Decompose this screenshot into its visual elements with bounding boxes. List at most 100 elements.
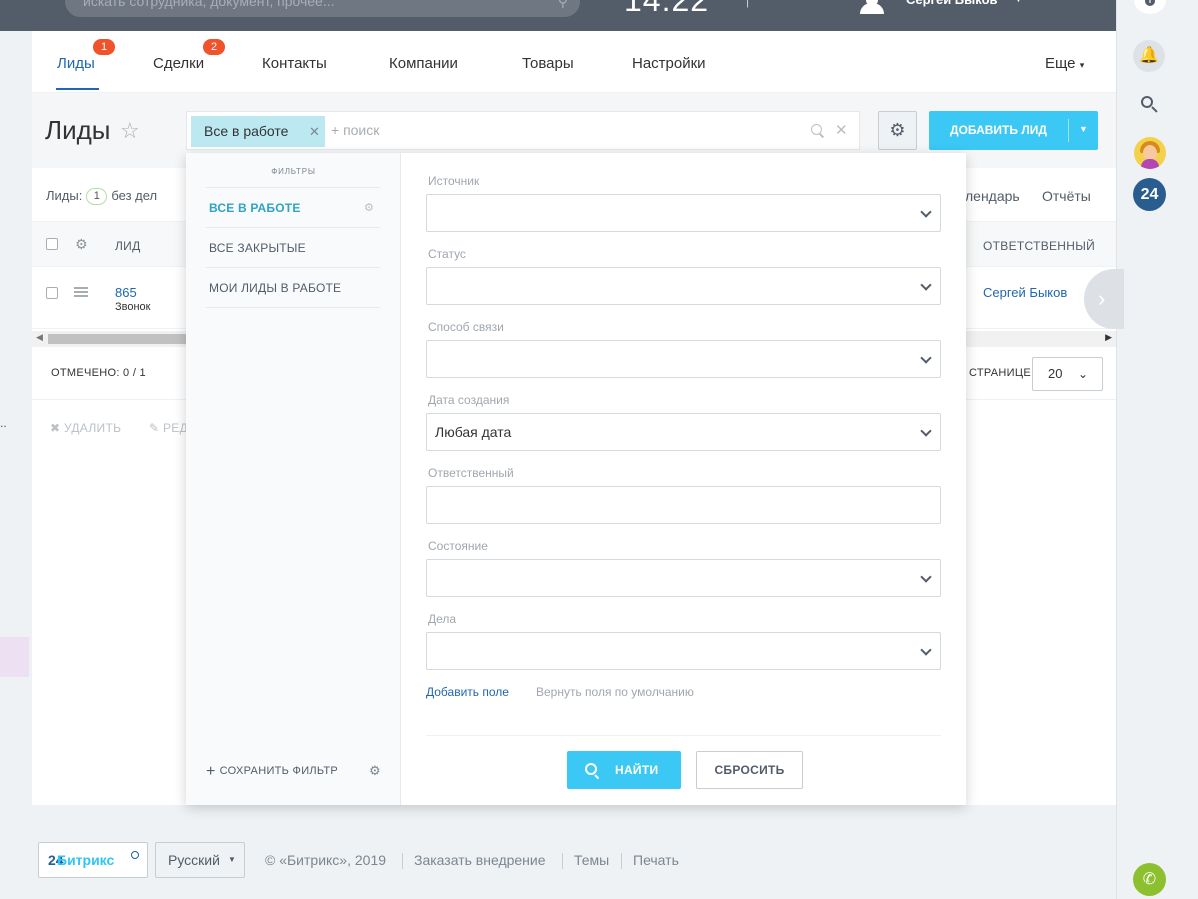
filter-chip[interactable]: Все в работе ✕ — [191, 116, 325, 147]
chevron-down-icon — [920, 352, 932, 364]
save-filter-button[interactable]: + СОХРАНИТЬ ФИЛЬТР — [206, 763, 338, 781]
tab-more[interactable]: Еще ▾ — [1045, 55, 1084, 72]
language-select[interactable]: Русский ▼ — [155, 842, 245, 878]
chip-close-icon[interactable]: ✕ — [309, 116, 320, 147]
chevron-down-icon — [920, 644, 932, 656]
clock-icon — [131, 851, 139, 859]
divider — [206, 307, 380, 308]
phone-icon[interactable]: ✆ — [1133, 863, 1166, 896]
column-header-responsible[interactable]: ОТВЕТСТВЕННЫЙ — [983, 239, 1095, 253]
responsible-link[interactable]: Сергей Быков — [983, 285, 1067, 300]
select-all-checkbox[interactable] — [46, 238, 58, 250]
user-menu-caret-icon[interactable]: ▼ — [1014, 0, 1023, 4]
clear-icon[interactable]: ✕ — [835, 112, 848, 149]
counter-label[interactable]: без дел — [111, 188, 157, 203]
clock[interactable]: 14:22 — [624, 0, 709, 16]
chevron-down-icon — [920, 279, 932, 291]
lead-counter: Лиды: 1 без дел — [46, 188, 158, 205]
notifications-bell-icon[interactable]: 🔔 — [1133, 40, 1165, 72]
scrollbar-thumb[interactable] — [48, 334, 188, 344]
status-select[interactable] — [426, 267, 941, 305]
lead-id-link[interactable]: 865 — [115, 285, 137, 300]
print-link[interactable]: Печать — [633, 852, 679, 868]
counter-badge[interactable]: 1 — [86, 188, 108, 205]
tab-contacts[interactable]: Контакты — [262, 55, 327, 72]
tab-deals-badge: 2 — [203, 39, 225, 55]
find-button[interactable]: НАЙТИ — [567, 751, 681, 789]
chevron-down-icon: ▼ — [228, 855, 236, 864]
preset-all-in-work[interactable]: ВСЕ В РАБОТЕ ⚙ — [206, 187, 380, 227]
chevron-down-icon — [920, 425, 932, 437]
created-date-select[interactable]: Любая дата — [426, 413, 941, 451]
field-label-contact-method: Способ связи — [428, 320, 504, 334]
page-title: Лиды — [45, 115, 111, 145]
delete-action[interactable]: ✖ УДАЛИТЬ — [50, 421, 121, 435]
user-avatar-icon[interactable] — [860, 0, 884, 14]
sidebar-search-icon[interactable] — [1139, 94, 1161, 116]
search-input[interactable]: + поиск — [331, 112, 379, 149]
scroll-right-icon[interactable]: ▶ — [1105, 332, 1112, 343]
source-select[interactable] — [426, 194, 941, 232]
per-page-select[interactable]: 20 ⌄ — [1032, 357, 1103, 391]
search-icon[interactable] — [811, 124, 825, 138]
tab-leads[interactable]: Лиды — [57, 55, 95, 72]
activities-select[interactable] — [426, 632, 941, 670]
calendar-link[interactable]: лендарь — [965, 188, 1020, 204]
left-menu-dots[interactable]: .. — [0, 416, 7, 430]
divider — [426, 735, 941, 736]
clock-menu-icon[interactable]: | — [746, 0, 749, 8]
preset-my-leads-in-work[interactable]: МОИ ЛИДЫ В РАБОТЕ — [206, 267, 380, 307]
active-tab-underline — [56, 88, 99, 90]
state-select[interactable] — [426, 559, 941, 597]
bitrix24-open-lines-icon[interactable]: 24 — [1133, 178, 1166, 211]
add-lead-dropdown-icon[interactable]: ▼ — [1069, 111, 1098, 148]
right-sidebar — [1116, 0, 1198, 899]
row-menu-icon[interactable] — [74, 287, 88, 297]
preset-all-closed[interactable]: ВСЕ ЗАКРЫТЫЕ — [206, 227, 380, 267]
scroll-left-icon[interactable]: ◀ — [36, 332, 43, 343]
tab-leads-badge: 1 — [93, 39, 115, 55]
filter-chip-label: Все в работе — [204, 123, 289, 139]
filter-settings-gear-icon[interactable]: ⚙ — [369, 763, 381, 779]
filter-search-field[interactable]: Все в работе ✕ + поиск ✕ — [186, 111, 860, 150]
divider — [621, 853, 622, 869]
themes-link[interactable]: Темы — [574, 852, 609, 868]
plus-icon: + — [206, 763, 216, 780]
field-label-activities: Дела — [428, 612, 457, 626]
add-lead-button[interactable]: ДОБАВИТЬ ЛИД ▼ — [929, 111, 1098, 150]
per-page-label: СТРАНИЦЕ: — [969, 367, 1035, 379]
more-caret-icon: ▾ — [1079, 60, 1085, 70]
top-header: искать сотрудника, документ, прочее... ⚲… — [0, 0, 1198, 31]
column-header-lead[interactable]: ЛИД — [115, 239, 141, 253]
add-lead-label: ДОБАВИТЬ ЛИД — [950, 123, 1047, 137]
global-search-input[interactable]: искать сотрудника, документ, прочее... ⚲ — [65, 0, 580, 17]
edit-action[interactable]: ✎ РЕД — [149, 421, 188, 435]
reports-link[interactable]: Отчёты — [1042, 188, 1091, 204]
tab-settings[interactable]: Настройки — [632, 55, 706, 72]
restore-default-fields-link[interactable]: Вернуть поля по умолчанию — [536, 685, 694, 699]
order-implementation-link[interactable]: Заказать внедрение — [414, 852, 546, 868]
tab-companies[interactable]: Компании — [389, 55, 458, 72]
search-icon[interactable]: ⚲ — [558, 0, 568, 17]
tab-products[interactable]: Товары — [522, 55, 574, 72]
chevron-down-icon — [920, 571, 932, 583]
tab-deals[interactable]: Сделки — [153, 55, 204, 72]
lead-source: Звонок — [115, 301, 151, 313]
user-name[interactable]: Сергей Быков — [906, 0, 998, 8]
filter-presets-panel: ФИЛЬТРЫ ВСЕ В РАБОТЕ ⚙ ВСЕ ЗАКРЫТЫЕ МОИ … — [186, 153, 401, 805]
add-field-link[interactable]: Добавить поле — [426, 685, 509, 699]
divider — [402, 853, 403, 869]
settings-gear-button[interactable]: ⚙ — [878, 111, 917, 150]
gear-icon: ⚙ — [889, 120, 906, 140]
contact-avatar[interactable] — [1134, 137, 1166, 169]
row-checkbox[interactable] — [46, 287, 58, 299]
contact-method-select[interactable] — [426, 340, 941, 378]
column-settings-gear-icon[interactable]: ⚙ — [75, 236, 88, 253]
bitrix24-logo[interactable]: Битрикс 24 — [38, 842, 148, 878]
reset-button[interactable]: СБРОСИТЬ — [696, 751, 803, 789]
responsible-input[interactable] — [426, 486, 941, 524]
star-icon[interactable]: ☆ — [120, 118, 140, 144]
left-menu-highlight — [0, 637, 29, 677]
pin-icon[interactable]: ⚙ — [364, 188, 374, 228]
chevron-down-icon: ⌄ — [1078, 367, 1089, 381]
